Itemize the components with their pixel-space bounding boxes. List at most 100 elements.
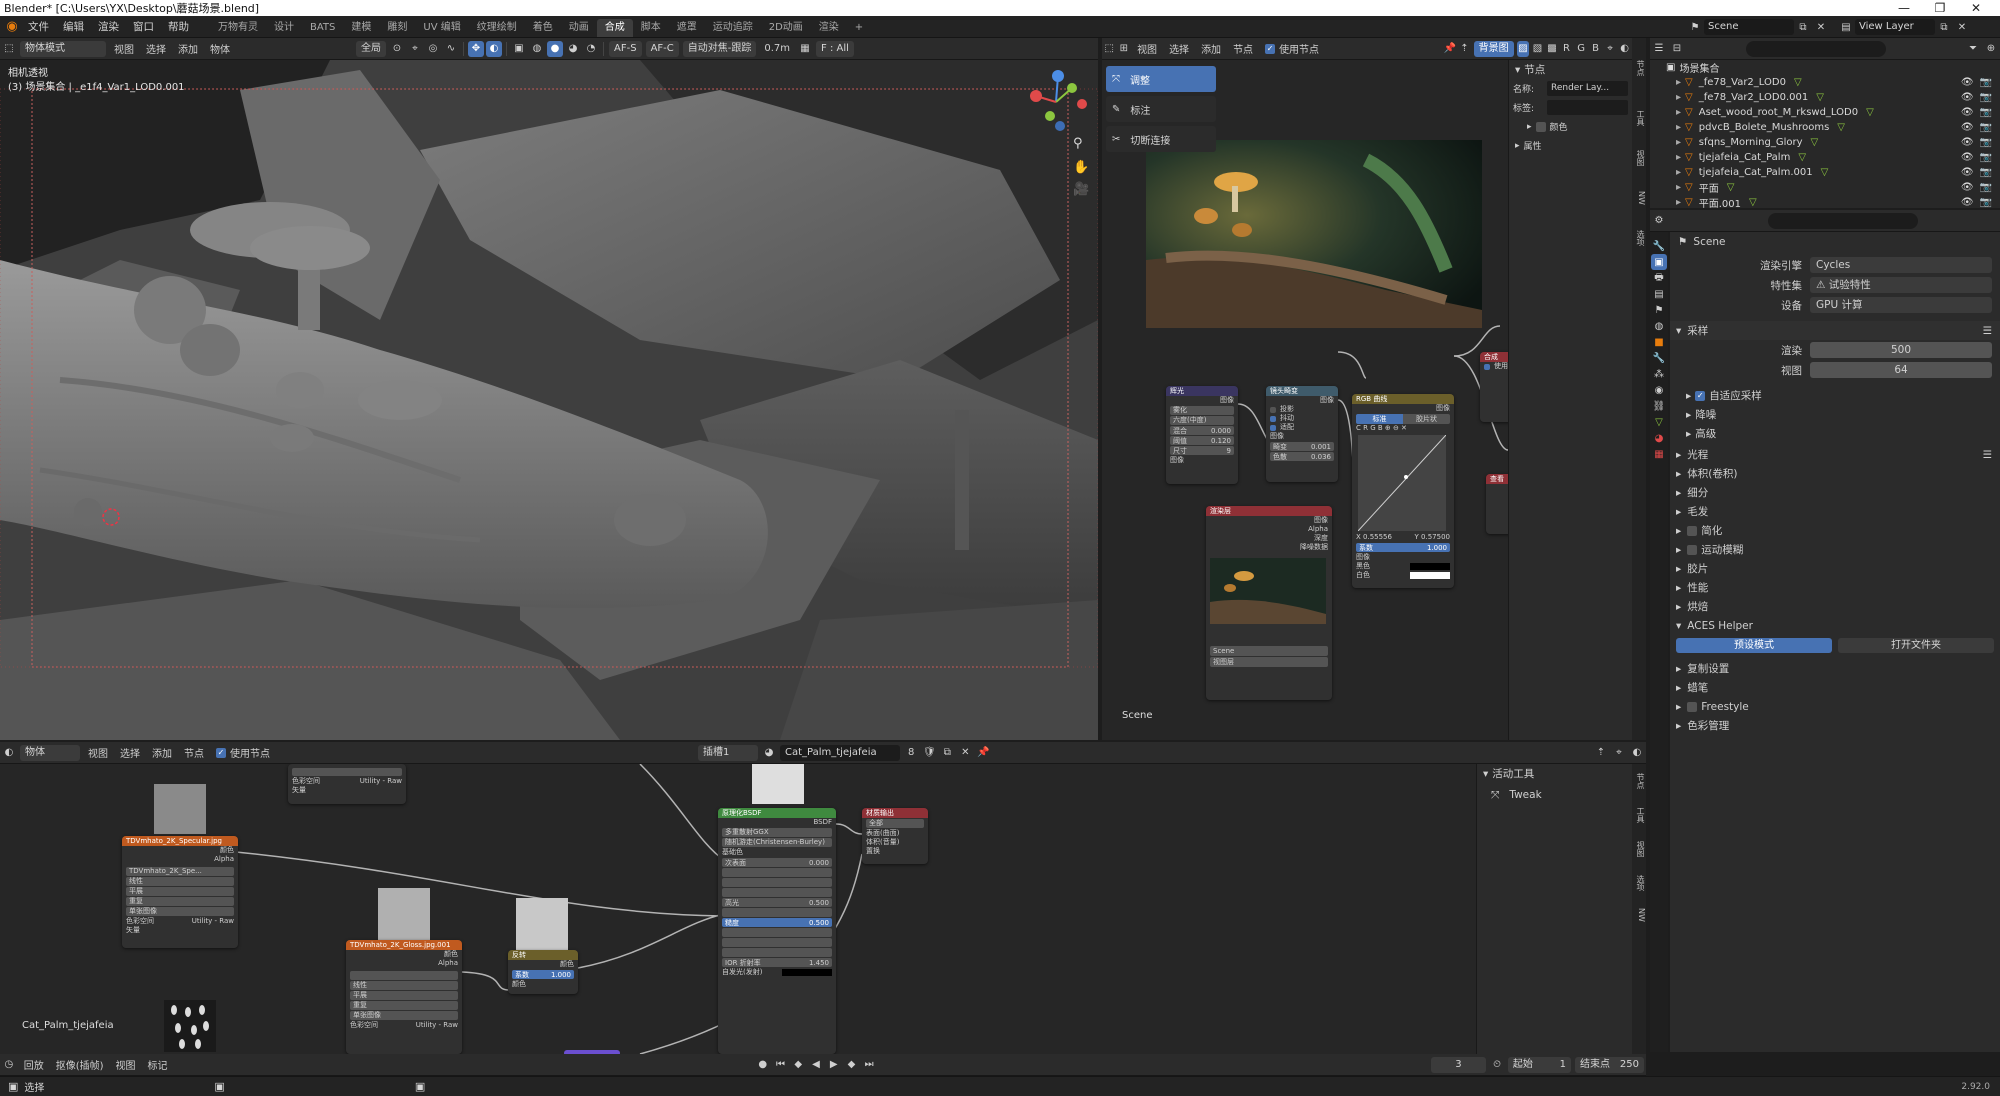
pan-hand-icon[interactable]: ✋ — [1073, 160, 1091, 175]
use-nodes-checkbox[interactable]: ✓ 使用节点 — [1259, 41, 1325, 56]
parent-icon[interactable]: ⇡ — [1458, 41, 1471, 57]
scene-name[interactable]: Scene — [1704, 19, 1794, 35]
texture-node-partial[interactable]: 色彩空间 Utility - Raw 矢量 — [288, 764, 406, 804]
wireframe-shading-icon[interactable]: ◍ — [529, 41, 545, 57]
active-tool-header[interactable]: ▾ 活动工具 — [1477, 764, 1632, 783]
outliner-search-input[interactable] — [1746, 40, 1886, 57]
new-collection-icon[interactable]: ⊕ — [1983, 41, 1999, 57]
channel-a-icon[interactable]: ▧ — [1531, 41, 1544, 57]
play-icon[interactable]: ▶ — [826, 1057, 842, 1073]
zoom-icon[interactable]: ⚲ — [1073, 136, 1091, 151]
subdivision-section[interactable]: ▸ 细分 — [1670, 483, 2000, 502]
end-frame-field[interactable]: 结束点 250 — [1574, 1056, 1644, 1073]
menu-view[interactable]: 视图 — [108, 41, 140, 56]
active-tool-tweak[interactable]: ⤧ Tweak — [1477, 783, 1632, 807]
emission-field[interactable]: 自发光(发射) — [718, 968, 836, 977]
close-icon[interactable]: ✕ — [957, 745, 973, 761]
render-tab-icon[interactable]: ▣ — [1651, 254, 1667, 270]
constraints-tab-icon[interactable]: ⛓ — [1651, 398, 1667, 414]
shader-mode-dropdown[interactable]: 物体 — [20, 744, 80, 761]
sidebar-tab-node[interactable]: 节点 — [1632, 38, 1646, 98]
pin-icon[interactable]: 📌 — [975, 745, 991, 761]
tab-workspace[interactable]: 雕刻 — [379, 19, 415, 37]
gizmo-icon[interactable]: ✥ — [468, 40, 484, 57]
render-camera-icon[interactable]: 📷 — [1980, 137, 1992, 148]
visibility-eye-icon[interactable]: 👁 — [1961, 152, 1974, 163]
menu-add[interactable]: 添加 — [146, 745, 178, 760]
proportional-icon[interactable]: ◎ — [425, 41, 441, 57]
render-shading-icon[interactable]: ◔ — [583, 41, 599, 57]
image-texture-node-gloss[interactable]: TDVmhato_2K_Gloss.jpg.001 颜色 Alpha 线性 平展… — [346, 940, 462, 1054]
blender-logo-icon[interactable]: ◉ — [4, 19, 20, 35]
prev-keyframe-icon[interactable]: ◆ — [790, 1057, 806, 1073]
curve-channel-buttons[interactable]: C R G B ⊕ ⊖ ✕ — [1352, 424, 1454, 433]
curve-mode-film[interactable]: 胶片状 — [1403, 413, 1450, 424]
white-level[interactable]: 白色 — [1352, 571, 1454, 580]
motion-blur-section[interactable]: ▸ 运动模糊 — [1670, 540, 2000, 559]
simplify-section[interactable]: ▸ 简化 — [1670, 521, 2000, 540]
af-s-button[interactable]: AF-S — [609, 40, 642, 57]
editor-type-icon[interactable]: ⚙ — [1651, 213, 1667, 229]
focus-dropdown[interactable]: F : All — [816, 40, 854, 57]
menu-view[interactable]: 视图 — [110, 1057, 142, 1072]
material-shading-icon[interactable]: ◕ — [565, 41, 581, 57]
rl-viewlayer-dropdown[interactable]: 视图层 — [1210, 657, 1328, 667]
tab-workspace[interactable]: 运动追踪 — [705, 19, 761, 37]
channel-r-icon[interactable]: R — [1560, 41, 1573, 57]
play-reverse-icon[interactable]: ◀ — [808, 1057, 824, 1073]
render-layers-node[interactable]: 渲染层 图像 Alpha 深度 降噪数据 Scene 视图层 — [1206, 506, 1332, 700]
overlay-icon[interactable]: ◐ — [1618, 41, 1631, 57]
viewport-samples-field[interactable]: 64 — [1810, 362, 1992, 378]
close-icon[interactable]: ✕ — [1813, 19, 1829, 35]
minimize-button[interactable]: — — [1886, 0, 1922, 16]
editor-type-icon[interactable]: ◷ — [1, 1057, 17, 1073]
open-folder-button[interactable]: 打开文件夹 — [1838, 637, 1994, 653]
material-output-node[interactable]: 材质输出 全部 表面(曲面) 体积(音量) 置换 — [862, 808, 928, 864]
tab-workspace[interactable]: 动画 — [561, 19, 597, 37]
menu-select[interactable]: 选择 — [140, 41, 172, 56]
menu-keying[interactable]: 抠像(插帧) — [50, 1057, 110, 1072]
list-icon[interactable]: ☰ — [1983, 449, 1992, 461]
source-dropdown[interactable]: 单张图像 — [126, 907, 234, 916]
editor-type-icon[interactable]: ☰ — [1651, 41, 1667, 57]
preset-mode-button[interactable]: 预设模式 — [1676, 637, 1832, 653]
viewport-canvas[interactable]: 相机透视 (3) 场景集合 | _e1f4_Var1_LOD0.001 ⚲ ✋ … — [0, 60, 1098, 740]
visibility-eye-icon[interactable]: 👁 — [1961, 167, 1974, 178]
transform-orientation-dropdown[interactable]: 全局 — [356, 40, 386, 57]
menu-add[interactable]: 添加 — [172, 41, 204, 56]
feature-set-dropdown[interactable]: ⚠ 试验特性 — [1810, 277, 1992, 293]
mix-field[interactable]: 混合 0.000 — [1170, 426, 1234, 435]
mode-dropdown[interactable]: 物体模式 — [20, 40, 106, 57]
editor-type-icon[interactable]: ⬚ — [1, 41, 17, 57]
color-management-section[interactable]: ▸ 色彩管理 — [1670, 716, 2000, 735]
distort-field[interactable]: 畸变 0.001 — [1270, 442, 1334, 451]
outliner-item[interactable]: ▸ ▽ _fe78_Var2_LOD0.001 ▽ 👁 📷 — [1650, 90, 2000, 105]
focus-distance[interactable]: 0.7m — [758, 43, 796, 54]
solid-shading-icon[interactable]: ● — [547, 40, 563, 57]
menu-render[interactable]: 渲染 — [91, 16, 126, 38]
fit-checkbox[interactable]: 适配 — [1266, 423, 1338, 432]
camera-icon[interactable]: ▦ — [797, 41, 813, 57]
data-tab-icon[interactable]: ▽ — [1651, 414, 1667, 430]
tab-workspace[interactable]: 渲染 — [811, 19, 847, 37]
channel-rgb-icon[interactable]: ▨ — [1516, 40, 1530, 57]
tab-workspace[interactable]: 脚本 — [633, 19, 669, 37]
node-tree-type-icon[interactable]: ⊞ — [1118, 41, 1131, 57]
source-dropdown[interactable]: 单张图像 — [350, 1011, 458, 1020]
xray-icon[interactable]: ▣ — [511, 41, 527, 57]
material-browse-icon[interactable]: ◕ — [761, 745, 777, 761]
hair-section[interactable]: ▸ 毛发 — [1670, 502, 2000, 521]
target-dropdown[interactable]: 全部 — [866, 819, 924, 828]
render-engine-dropdown[interactable]: Cycles — [1810, 257, 1992, 273]
channel-g-icon[interactable]: G — [1575, 41, 1588, 57]
outliner-item[interactable]: ▸ ▽ pdvcB_Bolete_Mushrooms ▽ 👁 📷 — [1650, 120, 2000, 135]
sidebar-tab-tool[interactable]: 工具 — [1632, 98, 1646, 138]
menu-object[interactable]: 物体 — [204, 41, 236, 56]
world-tab-icon[interactable]: ◍ — [1651, 318, 1667, 334]
jump-end-icon[interactable]: ⏭ — [861, 1057, 877, 1073]
tab-workspace[interactable]: 建模 — [343, 19, 379, 37]
pivot-icon[interactable]: ⊙ — [389, 41, 405, 57]
tab-workspace[interactable]: 着色 — [525, 19, 561, 37]
menu-node[interactable]: 节点 — [178, 745, 210, 760]
add-workspace-button[interactable]: + — [847, 19, 871, 37]
